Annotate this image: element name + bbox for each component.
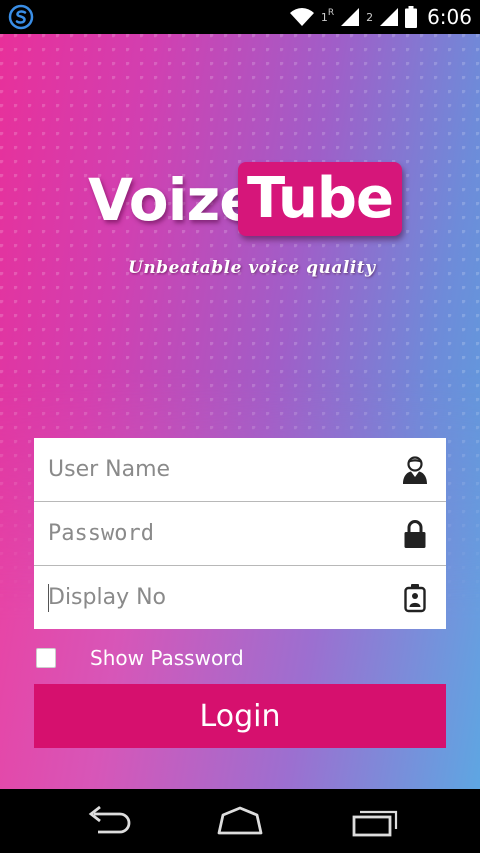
display-no-field <box>34 566 446 629</box>
logo-word-tube: Tube <box>247 166 394 231</box>
app-logo: Voize Tube Unbeatable voice quality <box>88 160 408 278</box>
login-screen: 1 R 2 6:06 Voize Tube Unbeatable voice q… <box>0 0 480 853</box>
show-password-label[interactable]: Show Password <box>90 646 244 670</box>
password-input[interactable] <box>34 502 388 565</box>
login-button[interactable]: Login <box>34 684 446 748</box>
recent-apps-icon[interactable] <box>350 805 400 837</box>
show-password-checkbox[interactable] <box>36 648 56 668</box>
logo-tagline: Unbeatable voice quality <box>128 258 376 278</box>
back-icon[interactable] <box>82 805 132 837</box>
show-password-row: Show Password <box>36 646 244 670</box>
login-form <box>34 438 446 629</box>
id-badge-icon <box>404 583 426 612</box>
signal-icon-sim2 <box>380 8 399 26</box>
wifi-icon <box>289 8 314 26</box>
roaming-label: R <box>327 8 335 18</box>
home-icon[interactable] <box>215 805 265 837</box>
sim1-label: 1 <box>320 10 328 24</box>
status-icons: 1 R 2 6:06 <box>289 0 472 34</box>
main-background: Voize Tube Unbeatable voice quality User… <box>0 34 480 789</box>
text-cursor <box>48 584 49 612</box>
password-field <box>34 502 446 566</box>
lock-icon <box>404 519 426 548</box>
username-field <box>34 438 446 502</box>
sim2-label: 2 <box>366 10 374 24</box>
app-notification-icon <box>8 4 34 30</box>
battery-icon <box>405 6 418 28</box>
username-input[interactable] <box>34 438 388 501</box>
user-icon <box>403 455 427 484</box>
signal-icon <box>341 8 360 26</box>
clock: 6:06 <box>427 5 472 29</box>
logo-tube-box: Tube <box>238 162 402 236</box>
navigation-bar <box>0 789 480 853</box>
display-no-input[interactable] <box>34 566 388 629</box>
logo-word-voize: Voize <box>88 166 259 234</box>
status-bar: 1 R 2 6:06 <box>0 0 480 34</box>
